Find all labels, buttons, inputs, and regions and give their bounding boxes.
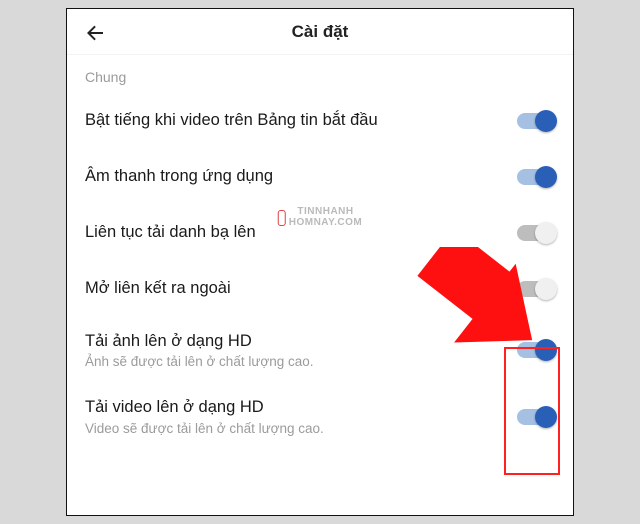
toggle-upload-photo-hd[interactable] xyxy=(517,342,555,358)
setting-label: Mở liên kết ra ngoài xyxy=(85,278,505,299)
page-title: Cài đặt xyxy=(67,22,573,42)
section-label: Chung xyxy=(67,55,573,93)
toggle-sound-newsfeed-video[interactable] xyxy=(517,113,555,129)
setting-row-upload-photo-hd[interactable]: Tải ảnh lên ở dạng HD Ảnh sẽ được tải lê… xyxy=(67,317,573,383)
setting-row-contact-upload[interactable]: Liên tục tải danh bạ lên xyxy=(67,205,573,261)
toggle-contact-upload[interactable] xyxy=(517,225,555,241)
setting-label: Âm thanh trong ứng dụng xyxy=(85,166,505,187)
toggle-in-app-sound[interactable] xyxy=(517,169,555,185)
setting-sublabel: Video sẽ được tải lên ở chất lượng cao. xyxy=(85,421,505,436)
setting-label: Liên tục tải danh bạ lên xyxy=(85,222,505,243)
back-button[interactable] xyxy=(83,21,107,45)
settings-screen: Cài đặt Chung Bật tiếng khi video trên B… xyxy=(66,8,574,516)
toggle-upload-video-hd[interactable] xyxy=(517,409,555,425)
setting-row-upload-video-hd[interactable]: Tải video lên ở dạng HD Video sẽ được tả… xyxy=(67,383,573,449)
setting-label: Tải video lên ở dạng HD xyxy=(85,397,505,418)
toggle-external-links[interactable] xyxy=(517,281,555,297)
arrow-left-icon xyxy=(83,21,107,45)
setting-row-sound-newsfeed-video[interactable]: Bật tiếng khi video trên Bảng tin bắt đầ… xyxy=(67,93,573,149)
setting-label: Tải ảnh lên ở dạng HD xyxy=(85,331,505,352)
setting-row-external-links[interactable]: Mở liên kết ra ngoài xyxy=(67,261,573,317)
setting-label: Bật tiếng khi video trên Bảng tin bắt đầ… xyxy=(85,110,505,131)
setting-sublabel: Ảnh sẽ được tải lên ở chất lượng cao. xyxy=(85,354,505,369)
header: Cài đặt xyxy=(67,9,573,55)
setting-row-in-app-sound[interactable]: Âm thanh trong ứng dụng xyxy=(67,149,573,205)
